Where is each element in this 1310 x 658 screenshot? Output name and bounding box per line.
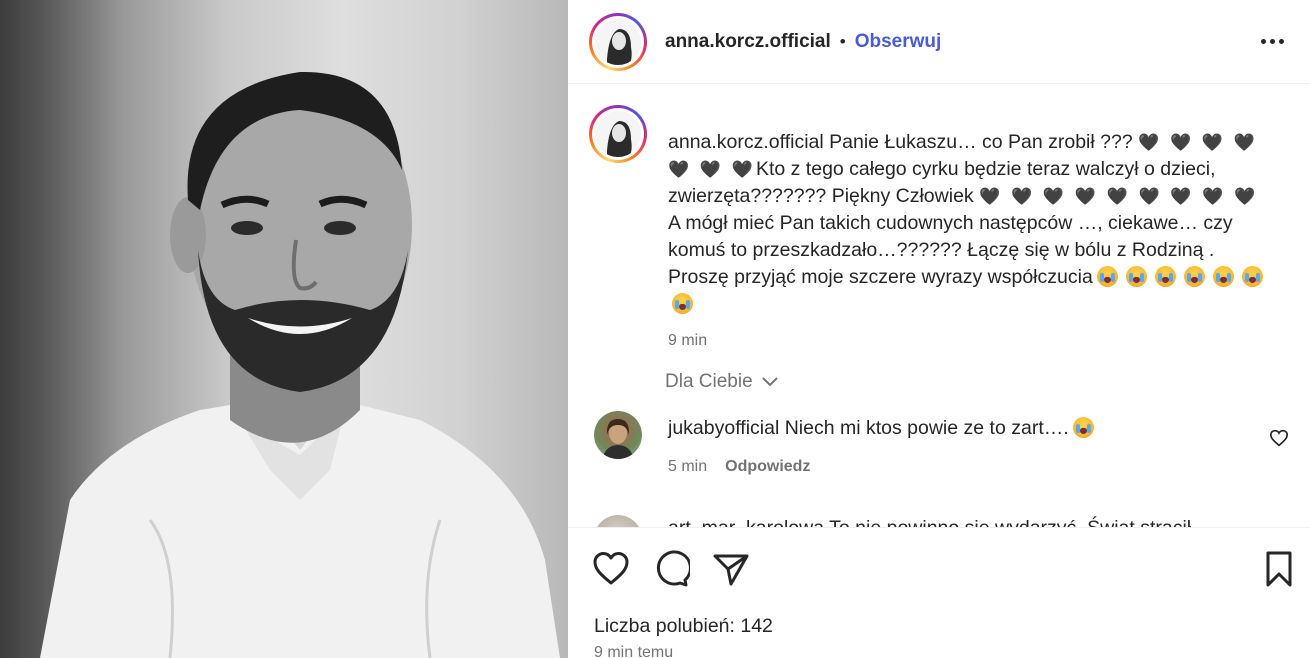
crying-face-icon: [1072, 417, 1094, 438]
caption-avatar[interactable]: [589, 105, 647, 163]
author-username[interactable]: anna.korcz.official: [665, 31, 831, 53]
black-heart-emojis: 🖤 🖤 🖤 🖤 🖤 🖤 🖤 🖤 🖤: [979, 187, 1259, 206]
commenter-avatar[interactable]: [594, 515, 642, 527]
bookmark-icon[interactable]: [1260, 550, 1298, 588]
post-timestamp: 9 min temu: [594, 644, 674, 658]
author-avatar-image: [595, 18, 641, 65]
comments-list[interactable]: anna.korcz.official Panie Łukaszu… co Pa…: [568, 85, 1310, 527]
heart-icon[interactable]: [592, 550, 630, 588]
send-icon[interactable]: [712, 550, 750, 588]
caption-text: anna.korcz.official Panie Łukaszu… co Pa…: [668, 129, 1268, 318]
comment-body: Niech mi ktos powie ze to zart….: [784, 417, 1069, 439]
black-heart-emojis: 🖤 🖤 🖤: [668, 160, 756, 179]
post-actions-bar: Liczba polubień: 142 9 min temu: [568, 527, 1310, 658]
author-avatar[interactable]: [589, 12, 647, 71]
comment-filter-dropdown[interactable]: Dla Ciebie: [665, 371, 779, 393]
black-heart-emojis: 🖤 🖤 🖤 🖤: [1138, 133, 1258, 152]
crying-face-icon: [672, 293, 693, 314]
reply-button[interactable]: Odpowiedz: [725, 458, 810, 476]
comment-item: art_mar_karolowa To nie powinno się wyda…: [589, 513, 1289, 527]
comment-body: To nie powinno się wydarzyć. Świat strac…: [829, 517, 1191, 527]
commenter-username[interactable]: art_mar_karolowa: [668, 517, 824, 527]
caption-timestamp: 9 min: [668, 332, 708, 349]
crying-face-icon: [1096, 266, 1118, 287]
comment-timestamp: 5 min: [668, 458, 708, 475]
comment-filter-label: Dla Ciebie: [665, 371, 753, 392]
commenter-username[interactable]: jukabyofficial: [668, 417, 779, 439]
post-header: anna.korcz.official • Obserwuj: [568, 0, 1310, 84]
crying-face-icon: [1154, 266, 1176, 287]
separator-dot: •: [839, 31, 846, 51]
crying-face-icon: [1125, 266, 1147, 287]
heart-icon[interactable]: [1269, 429, 1289, 447]
caption-username[interactable]: anna.korcz.official: [668, 131, 824, 153]
chevron-down-icon: [761, 377, 778, 387]
comment-text: art_mar_karolowa To nie powinno się wyda…: [668, 517, 1191, 527]
more-options-icon[interactable]: [1258, 30, 1286, 52]
post-details-panel: anna.korcz.official • Obserwuj anna.korc…: [568, 0, 1310, 658]
comment-item: jukabyofficial Niech mi ktos powie ze to…: [589, 411, 1289, 481]
likes-count[interactable]: Liczba polubień: 142: [594, 615, 773, 638]
crying-face-icon: [1241, 266, 1263, 287]
follow-button[interactable]: Obserwuj: [855, 31, 942, 53]
caption-avatar-image: [595, 111, 641, 157]
portrait-illustration: [40, 71, 560, 658]
crying-face-icon: [1183, 266, 1205, 287]
post-photo: [0, 0, 568, 658]
crying-face-icon: [1212, 266, 1234, 287]
caption-text-part1: Panie Łukaszu… co Pan zrobił ???: [829, 131, 1133, 153]
caption-text-part3: A mógł mieć Pan takich cudownych następc…: [668, 212, 1233, 288]
comment-text: jukabyofficial Niech mi ktos powie ze to…: [668, 417, 1098, 440]
comment-meta: 5 min Odpowiedz: [668, 458, 810, 476]
commenter-avatar[interactable]: [594, 411, 642, 459]
commenter-avatar-image: [602, 419, 634, 459]
comment-icon[interactable]: [652, 550, 692, 588]
